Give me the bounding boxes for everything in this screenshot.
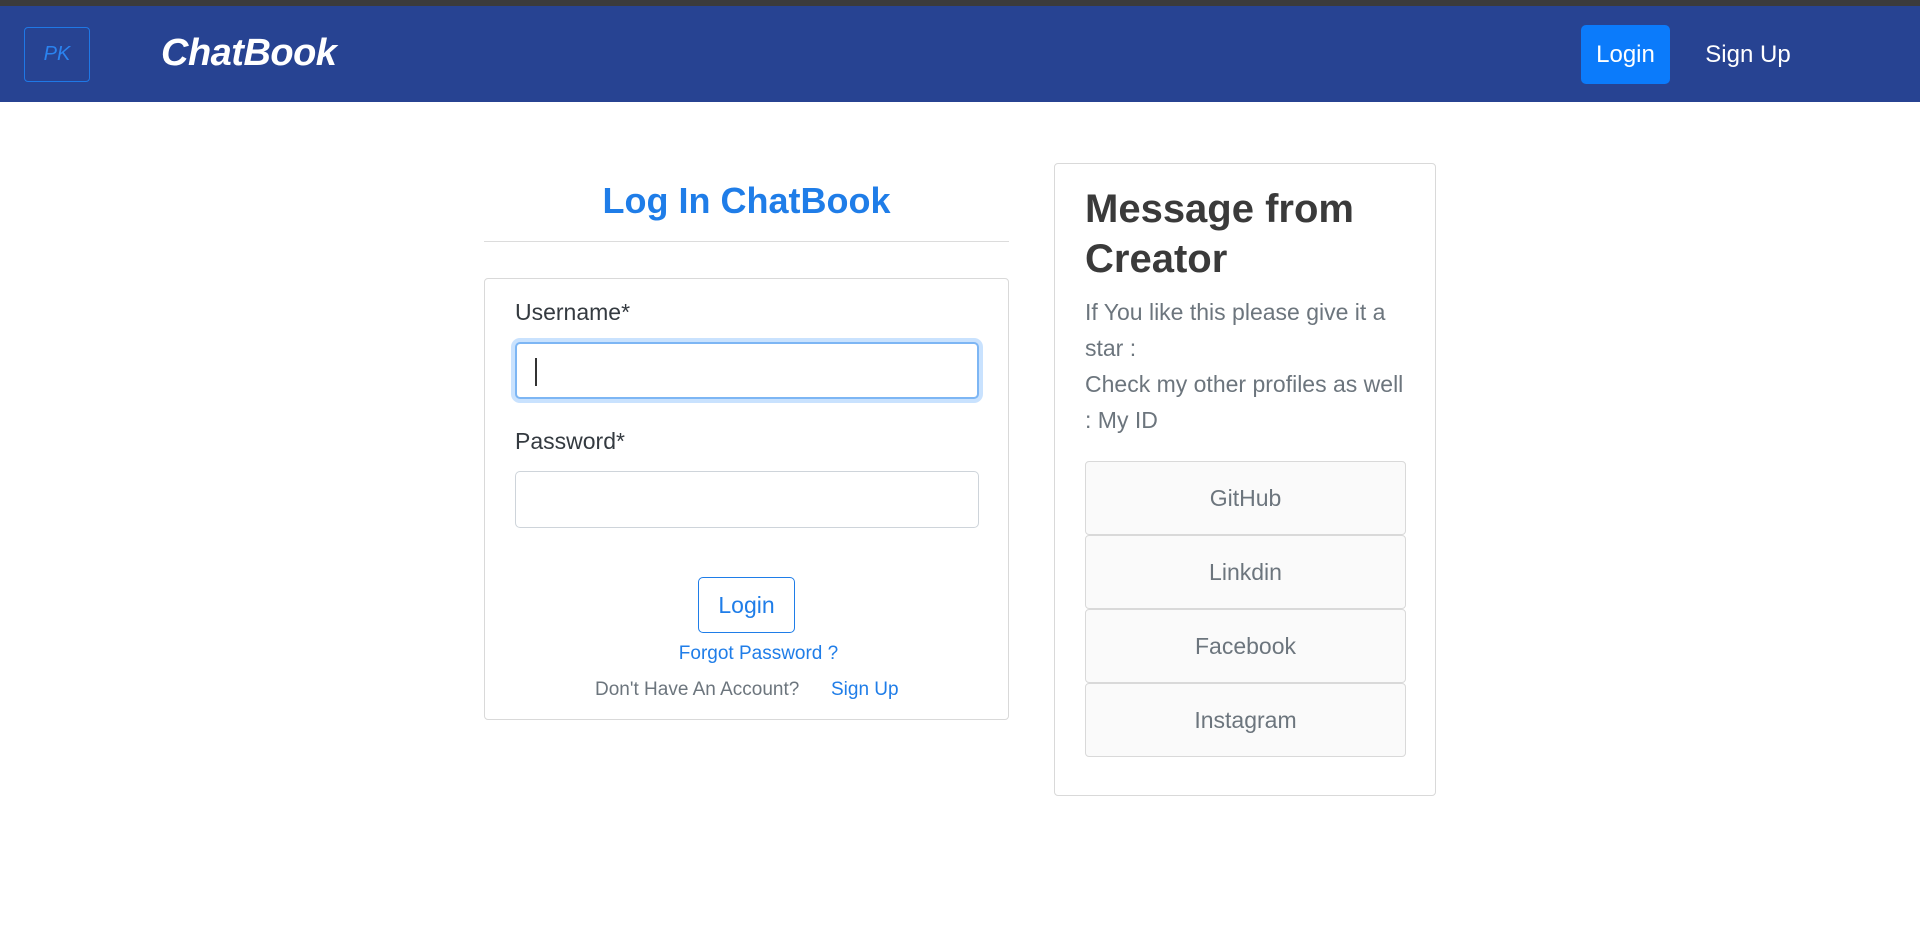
password-label: Password* <box>515 428 625 454</box>
nav-login-button[interactable]: Login <box>1581 25 1670 84</box>
github-link-button[interactable]: GitHub <box>1085 461 1406 535</box>
text-caret <box>535 358 537 386</box>
creator-message-card: Message from Creator If You like this pl… <box>1054 163 1436 796</box>
form-signup-link[interactable]: Sign Up <box>831 679 899 701</box>
instagram-link-button[interactable]: Instagram <box>1085 683 1406 757</box>
forgot-password-link[interactable]: Forgot Password ? <box>485 643 1008 665</box>
creator-line-profiles: Check my other profiles as well : My ID <box>1085 371 1404 433</box>
brand-name[interactable]: ChatBook <box>161 32 337 75</box>
title-divider <box>484 241 1009 242</box>
facebook-link-button[interactable]: Facebook <box>1085 609 1406 683</box>
login-submit-button[interactable]: Login <box>698 577 795 633</box>
no-account-text: Don't Have An Account? <box>595 679 800 700</box>
login-form-card: Username* Password* Login Forgot Passwor… <box>484 278 1009 720</box>
username-input[interactable] <box>515 342 979 399</box>
linkedin-link-button[interactable]: Linkdin <box>1085 535 1406 609</box>
creator-line-star: If You like this please give it a star : <box>1085 299 1386 361</box>
nav-signup-link[interactable]: Sign Up <box>1700 25 1796 84</box>
brand-badge[interactable]: PK <box>24 27 90 82</box>
login-title: Log In ChatBook <box>602 180 891 221</box>
password-input[interactable] <box>515 471 979 528</box>
creator-message-text: If You like this please give it a star :… <box>1085 294 1415 438</box>
top-navbar: PK ChatBook Login Sign Up <box>0 6 1920 102</box>
social-links-list: GitHub Linkdin Facebook Instagram <box>1085 461 1406 757</box>
creator-title: Message from Creator <box>1085 187 1354 281</box>
username-label: Username* <box>515 299 631 325</box>
